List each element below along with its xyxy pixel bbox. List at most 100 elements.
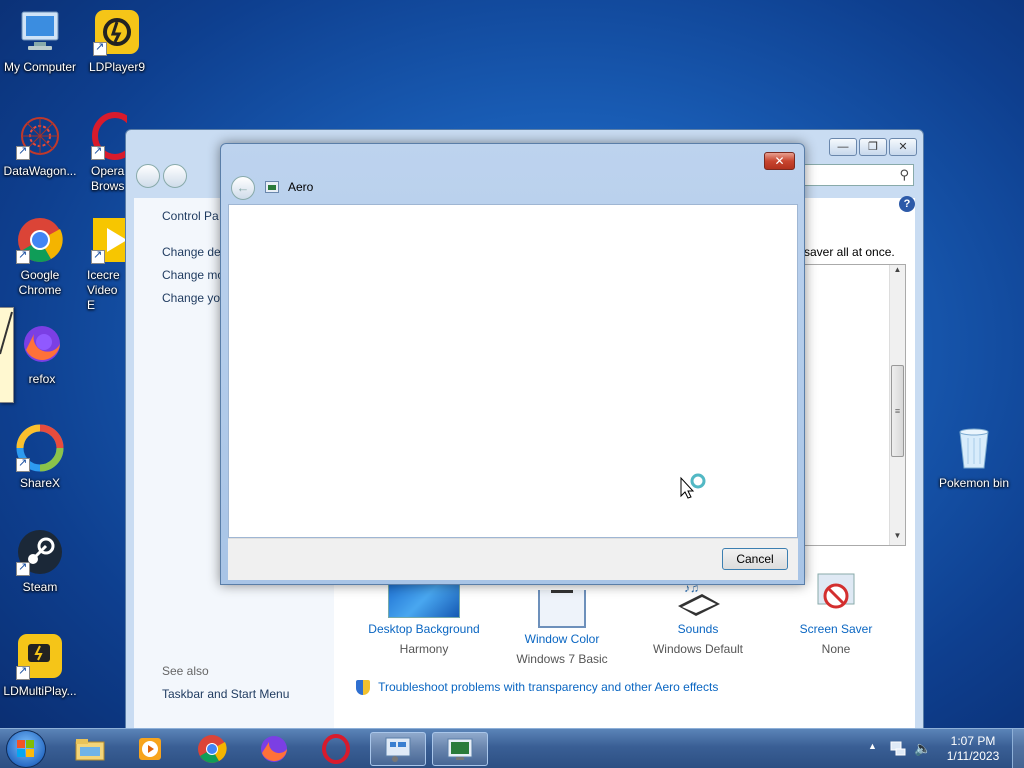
scroll-thumb[interactable]: ≡ [891,365,904,457]
desktop-icon-label: Steam [22,580,58,594]
taskbar-firefox[interactable] [246,732,302,766]
left-link-1[interactable]: Change mo [162,268,224,282]
minimize-button[interactable]: — [829,138,857,156]
window-color-value: Windows 7 Basic [516,652,608,666]
dialog-title: Aero [288,180,314,194]
computer-icon [16,8,64,56]
theme-list-scrollbar[interactable]: ▲ ≡ ▼ [889,265,905,545]
shield-icon [356,680,370,696]
screen-saver-link[interactable]: Screen Saver [766,622,906,636]
desktop-icon-sharex[interactable]: ShareX [0,424,80,491]
icecream-video-icon [91,216,127,264]
clock[interactable]: 1:07 PM 1/11/2023 [940,734,1006,764]
maximize-button[interactable]: ❐ [859,138,887,156]
desktop-icon-recycle-bin[interactable]: Pokemon bin [934,424,1014,491]
desktop-background-thumbnail [388,580,460,618]
aero-icon [265,181,279,193]
desktop-icon-google-chrome[interactable]: Google Chrome [0,216,80,298]
dialog-back-button[interactable]: ← [231,176,255,200]
shortcut-arrow-icon [91,248,105,264]
ldplayer-icon [93,8,141,56]
desktop-background-link[interactable]: Desktop Background [354,622,494,636]
window-color-item[interactable]: Window Color Windows 7 Basic [492,580,632,666]
desktop-icon-icecream[interactable]: Icecre Video E [77,216,127,313]
sharex-icon [16,424,64,472]
shortcut-arrow-icon [91,144,105,160]
desktop-icon-ldmultiplayer[interactable]: LDMultiPlay... [0,632,80,699]
shortcut-arrow-icon [16,456,30,472]
left-link-2[interactable]: Change yo [162,291,220,305]
nav-forward-button[interactable] [163,164,187,188]
personalization-icon [447,738,473,760]
shortcut-arrow-icon [16,144,30,160]
taskbar: ▲ 🔈 1:07 PM 1/11/2023 [0,728,1024,768]
taskbar-personalization[interactable] [432,732,488,766]
taskbar-chrome[interactable] [184,732,240,766]
desktop-icon-firefox[interactable]: refox [0,320,80,387]
volume-icon[interactable]: 🔈 [914,740,931,756]
troubleshoot-row[interactable]: Troubleshoot problems with transparency … [356,680,718,696]
sounds-link[interactable]: Sounds [628,622,768,636]
sounds-item[interactable]: ♪♫ Sounds Windows Default [628,580,768,656]
media-player-icon [139,738,161,760]
shortcut-arrow-icon [16,248,30,264]
ldmultiplayer-icon [16,632,64,680]
shortcut-arrow-icon [16,664,30,680]
taskbar-start-menu-link[interactable]: Taskbar and Start Menu [162,687,289,701]
desktop-icon-label: LDPlayer9 [88,60,146,74]
datawagon-icon [16,112,64,160]
control-panel-home-link[interactable]: Control Pa [162,209,219,223]
scroll-up-arrow[interactable]: ▲ [890,265,905,279]
network-icon[interactable] [890,740,906,756]
window-color-link[interactable]: Window Color [492,632,632,646]
screen-saver-value: None [821,642,851,656]
search-icon: ⚲ [899,167,909,182]
opera-icon [322,734,350,764]
window-controls: — ❐ ✕ [829,138,917,156]
desktop-background-value: Harmony [399,642,449,656]
taskbar-media-player[interactable] [122,732,178,766]
shortcut-arrow-icon [16,560,30,576]
taskbar-opera[interactable] [308,732,364,766]
dialog-footer: Cancel [228,538,798,580]
dialog-close-button[interactable]: ✕ [764,152,795,170]
aero-dialog[interactable]: ✕ ← Aero Cancel [220,143,805,585]
taskbar-control-panel[interactable] [370,732,426,766]
steam-icon [16,528,64,576]
search-box[interactable]: ⚲ [802,164,914,186]
sounds-icon: ♪♫ [674,580,722,618]
show-hidden-icons-button[interactable]: ▲ [868,741,877,751]
shortcut-arrow-icon [93,40,107,56]
screen-saver-icon [812,570,860,618]
sounds-value: Windows Default [652,642,744,656]
desktop-icon-opera[interactable]: Opera Brows [77,112,127,194]
scroll-down-arrow[interactable]: ▼ [890,531,905,545]
desktop-icon-ldplayer9[interactable]: LDPlayer9 [77,8,157,75]
control-panel-icon [385,737,411,762]
description-text: saver all at once. [804,245,895,259]
desktop-icon-my-computer[interactable]: My Computer [0,8,80,75]
desktop-icon-label: DataWagon... [3,164,77,178]
chrome-icon [198,735,227,763]
clock-date: 1/11/2023 [946,749,1000,763]
start-button[interactable] [6,730,46,768]
firefox-icon [261,736,287,762]
cancel-button[interactable]: Cancel [722,548,788,570]
taskbar-explorer[interactable] [62,732,118,766]
nav-back-button[interactable] [136,164,160,188]
desktop-icon-datawagon[interactable]: DataWagon... [0,112,80,179]
show-desktop-button[interactable] [1012,729,1024,768]
desktop-icon-label: LDMultiPlay... [3,684,77,698]
desktop-icon-label: refox [28,372,56,386]
desktop-background-item[interactable]: Desktop Background Harmony [354,580,494,656]
close-window-button[interactable]: ✕ [889,138,917,156]
dialog-body [228,204,798,538]
windows-logo-icon [17,740,34,757]
help-icon[interactable]: ? [899,196,915,212]
folder-icon [75,739,105,761]
desktop-icon-steam[interactable]: Steam [0,528,80,595]
troubleshoot-link[interactable]: Troubleshoot problems with transparency … [378,680,718,694]
desktop-icon-label: Pokemon bin [938,476,1010,490]
desktop-icon-label: ShareX [19,476,61,490]
left-link-0[interactable]: Change de [162,245,221,259]
